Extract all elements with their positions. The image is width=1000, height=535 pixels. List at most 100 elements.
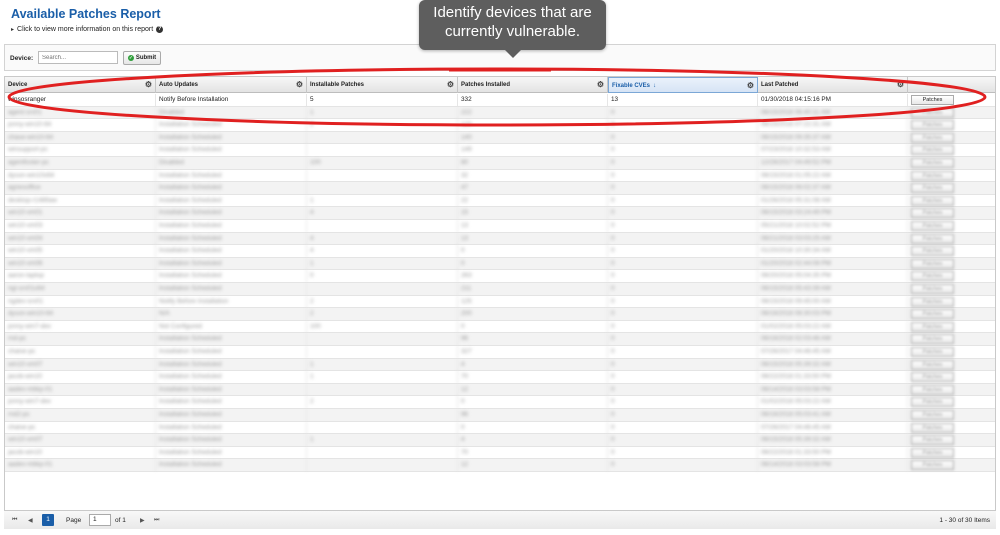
table-row[interactable]: jacob-win10 Installation Scheduled 70 0 08/2… <box>5 446 995 460</box>
table-row[interactable]: dyson-win10-64 N/A 2 200 0 08/16/2018 08:30:0… <box>5 308 995 321</box>
table-row[interactable]: agent-srv01 Disabled 1 222 0 08/15/2018 06:40… <box>5 106 995 120</box>
column-header-last-patched[interactable]: Last Patched ⚙ <box>758 77 908 93</box>
report-info-link[interactable]: ▸ Click to view more information on this… <box>11 26 164 33</box>
patches-button[interactable]: Patches <box>911 258 954 269</box>
table-row[interactable]: ngdev-srv01 Notify Before Installation 2 12… <box>5 295 995 309</box>
table-row[interactable]: winsosranger Notify Before Installation 5 3… <box>5 94 995 107</box>
cell-installable <box>307 459 458 472</box>
table-row[interactable]: jonny-win7-dev Not Configured 100 0 0 01/02/2… <box>5 320 995 334</box>
cell-installable <box>307 333 458 346</box>
table-row[interactable]: agentfoster-pc Disabled 100 80 0 12/26/2017 0… <box>5 157 995 170</box>
patches-button[interactable]: Patches <box>911 132 954 143</box>
table-row[interactable]: chase-win10-64 Installation Scheduled 140 0… <box>5 131 995 145</box>
column-header-device[interactable]: Device ⚙ <box>5 77 156 93</box>
current-page-button[interactable]: 1 <box>42 514 54 526</box>
patches-button[interactable]: Patches <box>911 422 954 433</box>
gear-icon[interactable]: ⚙ <box>897 81 904 89</box>
patches-button[interactable]: Patches <box>911 158 954 168</box>
page-number-input[interactable]: 1 <box>89 514 111 526</box>
report-subtitle: Click to view more information on this r… <box>17 26 154 33</box>
device-search-input[interactable] <box>38 51 118 64</box>
table-row[interactable]: win10-vm05 Installation Scheduled 4 0 0 01/20… <box>5 245 995 258</box>
next-page-icon[interactable]: ▶ <box>140 517 145 524</box>
patches-button[interactable]: Patches <box>911 246 954 257</box>
patches-button[interactable]: Patches <box>911 233 954 244</box>
table-row[interactable]: chaise-pc Installation Scheduled 327 0 07/26… <box>5 346 995 359</box>
table-row[interactable]: win10-vm06 Installation Scheduled 1 0 0 01/20… <box>5 257 995 271</box>
patches-button[interactable]: Patches <box>911 435 954 446</box>
patches-button[interactable]: Patches <box>911 183 954 194</box>
patches-button[interactable]: Patches <box>911 334 954 345</box>
cell-last: 08/22/2018 01:33:50 PM <box>758 371 908 384</box>
column-header-auto-updates[interactable]: Auto Updates ⚙ <box>156 77 307 93</box>
patches-button[interactable]: Patches <box>911 372 954 383</box>
table-row[interactable]: winsupport-pc Installation Scheduled 149 0 0… <box>5 144 995 157</box>
patches-grid: Device ⚙ Auto Updates ⚙ Installable Patches ⚙… <box>4 76 996 527</box>
patches-button[interactable]: Patches <box>911 107 954 118</box>
table-row[interactable]: win10-vm07 Installation Scheduled 1 4 0 08/15… <box>5 358 995 372</box>
table-row[interactable]: dyson-win10x64 Installation Scheduled 32 0 0… <box>5 169 995 183</box>
patches-button[interactable]: Patches <box>911 460 954 471</box>
patches-button[interactable]: Patches <box>911 397 954 408</box>
table-row[interactable]: jacob-win10 Installation Scheduled 1 70 0 08/… <box>5 371 995 384</box>
patches-button[interactable]: Patches <box>911 359 954 370</box>
patches-button[interactable]: Patches <box>911 447 954 458</box>
patches-button[interactable]: Patches <box>911 309 954 320</box>
patches-button[interactable]: Patches <box>911 195 954 206</box>
table-row[interactable]: win10-vm04 Installation Scheduled 4 13 0 08/2… <box>5 232 995 246</box>
patches-button[interactable]: Patches <box>911 384 954 395</box>
table-row[interactable]: win10-vm07 Installation Scheduled 1 4 0 08/15… <box>5 434 995 447</box>
column-header-label: Auto Updates <box>159 82 198 88</box>
column-header-fixable-cves[interactable]: Fixable CVEs ↓ ⚙ <box>608 77 758 93</box>
gear-icon[interactable]: ⚙ <box>747 82 754 90</box>
patches-button[interactable]: Patches <box>911 284 954 294</box>
cell-installed: 0 <box>458 421 608 434</box>
table-row[interactable]: win10-vm01 Installation Scheduled 4 15 0 08/1… <box>5 207 995 220</box>
gear-icon[interactable]: ⚙ <box>145 81 152 89</box>
patches-button[interactable]: Patches <box>911 145 954 156</box>
help-icon[interactable]: ? <box>156 26 164 33</box>
cell-auto: Installation Scheduled <box>156 396 307 409</box>
patches-button[interactable]: Patches <box>911 120 954 131</box>
last-page-icon[interactable]: ⏭ <box>154 517 159 524</box>
cell-installable <box>307 421 458 434</box>
patches-button[interactable]: Patches <box>911 347 954 357</box>
table-row[interactable]: aaron-laptop Installation Scheduled 0 263 0 0… <box>5 270 995 283</box>
column-header-patches-installed[interactable]: Patches Installed ⚙ <box>458 77 608 93</box>
cell-installed: 12 <box>458 459 608 472</box>
gear-icon[interactable]: ⚙ <box>447 81 454 89</box>
table-row[interactable]: jonny-win10-64 Installation Scheduled 2 120… <box>5 119 995 132</box>
patches-button[interactable]: Patches <box>911 208 954 219</box>
table-row[interactable]: desktop-r1489aw Installation Scheduled 1 22… <box>5 194 995 208</box>
patches-button[interactable]: Patches <box>911 321 954 332</box>
patches-button[interactable]: Patches <box>911 95 954 105</box>
table-row[interactable]: rnd2-pc Installation Scheduled 96 0 08/16/20… <box>5 409 995 422</box>
table-row[interactable]: aadev-mbkp-01 Installation Scheduled 12 0 08… <box>5 459 995 472</box>
patches-button[interactable]: Patches <box>911 410 954 420</box>
cell-installed: 0 <box>458 245 608 258</box>
patches-button[interactable]: Patches <box>911 296 954 307</box>
column-header-installable-patches[interactable]: Installable Patches ⚙ <box>307 77 458 93</box>
table-row[interactable]: ngi-srv01x64 Installation Scheduled 211 0 08… <box>5 283 995 296</box>
table-row[interactable]: agnesoffice Installation Scheduled 47 0 08/1… <box>5 182 995 195</box>
cell-device: win10-vm05 <box>5 245 156 258</box>
table-row[interactable]: jonny-win7-dev Installation Scheduled 2 0 0 0… <box>5 396 995 409</box>
cell-installed: 222 <box>458 106 608 119</box>
patches-button[interactable]: Patches <box>911 221 954 231</box>
gear-icon[interactable]: ⚙ <box>296 81 303 89</box>
patches-button[interactable]: Patches <box>911 170 954 181</box>
table-row[interactable]: aadev-mbkp-01 Installation Scheduled 12 0 08… <box>5 383 995 397</box>
table-row[interactable]: chaise-pc Installation Scheduled 0 0 07/26/2… <box>5 421 995 435</box>
cell-device: win10-vm06 <box>5 257 156 270</box>
cell-auto: Installation Scheduled <box>156 169 307 182</box>
table-row[interactable]: win10-vm03 Installation Scheduled 13 0 05/21… <box>5 220 995 233</box>
submit-button[interactable]: ✓ Submit <box>123 51 161 65</box>
gear-icon[interactable]: ⚙ <box>597 81 604 89</box>
cell-auto: Installation Scheduled <box>156 421 307 434</box>
cell-cves: 0 <box>608 169 758 182</box>
prev-page-icon[interactable]: ◀ <box>28 517 33 524</box>
patches-button[interactable]: Patches <box>911 271 954 282</box>
cell-last: 08/14/2018 03:03:58 PM <box>758 459 908 472</box>
first-page-icon[interactable]: ⏮ <box>12 517 17 524</box>
table-row[interactable]: rnd-pc Installation Scheduled 96 0 08/16/201… <box>5 333 995 346</box>
